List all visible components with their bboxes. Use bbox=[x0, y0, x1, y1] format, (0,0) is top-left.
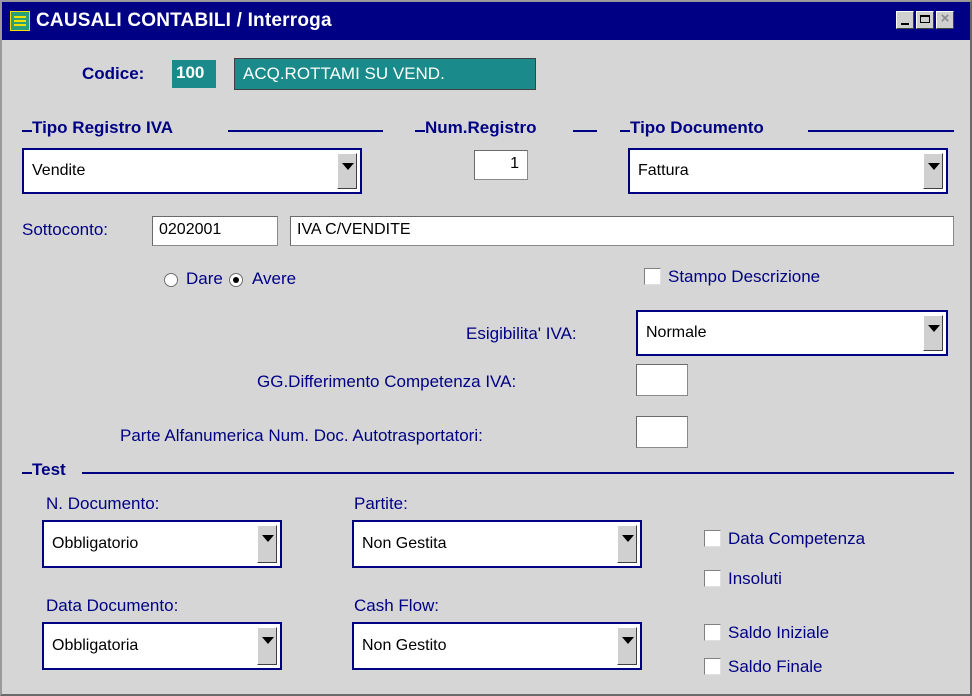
codice-value: 100 bbox=[172, 60, 216, 88]
divider bbox=[22, 472, 32, 474]
data-documento-select[interactable]: Obbligatoria bbox=[42, 622, 282, 670]
data-competenza-label: Data Competenza bbox=[728, 529, 866, 548]
dare-label: Dare bbox=[186, 269, 223, 288]
cash-flow-value: Non Gestito bbox=[362, 637, 447, 654]
avere-radio[interactable] bbox=[229, 273, 243, 287]
chevron-down-icon[interactable] bbox=[257, 627, 277, 665]
chevron-down-icon[interactable] bbox=[617, 525, 637, 563]
insoluti-label: Insoluti bbox=[728, 569, 782, 588]
dare-radio[interactable] bbox=[164, 273, 178, 287]
maximize-button[interactable] bbox=[916, 11, 934, 29]
sottoconto-code-field[interactable]: 0202001 bbox=[152, 216, 278, 246]
partite-value: Non Gestita bbox=[362, 535, 447, 552]
esigibilita-iva-label: Esigibilita' IVA: bbox=[466, 324, 577, 343]
close-button[interactable]: × bbox=[936, 11, 954, 29]
test-title: Test bbox=[32, 460, 66, 479]
tipo-registro-iva-select[interactable]: Vendite bbox=[22, 148, 362, 194]
divider bbox=[620, 130, 630, 132]
divider bbox=[82, 472, 954, 474]
n-documento-value: Obbligatorio bbox=[52, 535, 139, 552]
divider bbox=[22, 130, 32, 132]
sottoconto-label: Sottoconto: bbox=[22, 220, 109, 239]
gg-differimento-field[interactable] bbox=[636, 364, 688, 396]
codice-label: Codice: bbox=[82, 64, 145, 83]
data-competenza-checkbox[interactable] bbox=[704, 530, 721, 547]
window-title: CAUSALI CONTABILI / Interroga bbox=[36, 10, 332, 31]
divider bbox=[228, 130, 383, 132]
saldo-finale-checkbox[interactable] bbox=[704, 658, 721, 675]
minimize-button[interactable] bbox=[896, 11, 914, 29]
causali-contabili-window: CAUSALI CONTABILI / Interroga × Codice: … bbox=[0, 0, 972, 696]
stampo-descrizione-checkbox[interactable] bbox=[644, 268, 661, 285]
num-registro-field[interactable]: 1 bbox=[474, 150, 528, 180]
tipo-registro-iva-value: Vendite bbox=[32, 162, 86, 179]
partite-select[interactable]: Non Gestita bbox=[352, 520, 642, 568]
sottoconto-description-field[interactable]: IVA C/VENDITE bbox=[290, 216, 954, 246]
cash-flow-select[interactable]: Non Gestito bbox=[352, 622, 642, 670]
esigibilita-iva-value: Normale bbox=[646, 324, 707, 341]
chevron-down-icon[interactable] bbox=[923, 153, 943, 189]
divider bbox=[415, 130, 425, 132]
tipo-documento-title: Tipo Documento bbox=[630, 118, 764, 137]
app-icon bbox=[10, 11, 30, 31]
saldo-iniziale-label: Saldo Iniziale bbox=[728, 623, 830, 642]
n-documento-label: N. Documento: bbox=[46, 494, 160, 513]
tipo-registro-iva-title: Tipo Registro IVA bbox=[32, 118, 174, 137]
esigibilita-iva-select[interactable]: Normale bbox=[636, 310, 948, 356]
avere-label: Avere bbox=[252, 269, 297, 288]
chevron-down-icon[interactable] bbox=[617, 627, 637, 665]
chevron-down-icon[interactable] bbox=[337, 153, 357, 189]
stampo-descrizione-label: Stampo Descrizione bbox=[668, 267, 821, 286]
title-bar[interactable]: CAUSALI CONTABILI / Interroga × bbox=[2, 2, 970, 40]
saldo-iniziale-checkbox[interactable] bbox=[704, 624, 721, 641]
chevron-down-icon[interactable] bbox=[923, 315, 943, 351]
divider bbox=[573, 130, 597, 132]
tipo-documento-select[interactable]: Fattura bbox=[628, 148, 948, 194]
tipo-documento-value: Fattura bbox=[638, 162, 689, 179]
data-documento-value: Obbligatoria bbox=[52, 637, 139, 654]
insoluti-checkbox[interactable] bbox=[704, 570, 721, 587]
n-documento-select[interactable]: Obbligatorio bbox=[42, 520, 282, 568]
gg-differimento-label: GG.Differimento Competenza IVA: bbox=[257, 372, 517, 391]
parte-alfanumerica-label: Parte Alfanumerica Num. Doc. Autotraspor… bbox=[120, 426, 483, 445]
cash-flow-label: Cash Flow: bbox=[354, 596, 440, 615]
divider bbox=[808, 130, 954, 132]
parte-alfanumerica-field[interactable] bbox=[636, 416, 688, 448]
data-documento-label: Data Documento: bbox=[46, 596, 179, 615]
num-registro-title: Num.Registro bbox=[425, 118, 537, 137]
codice-description: ACQ.ROTTAMI SU VEND. bbox=[234, 58, 536, 90]
chevron-down-icon[interactable] bbox=[257, 525, 277, 563]
saldo-finale-label: Saldo Finale bbox=[728, 657, 823, 676]
partite-label: Partite: bbox=[354, 494, 408, 513]
